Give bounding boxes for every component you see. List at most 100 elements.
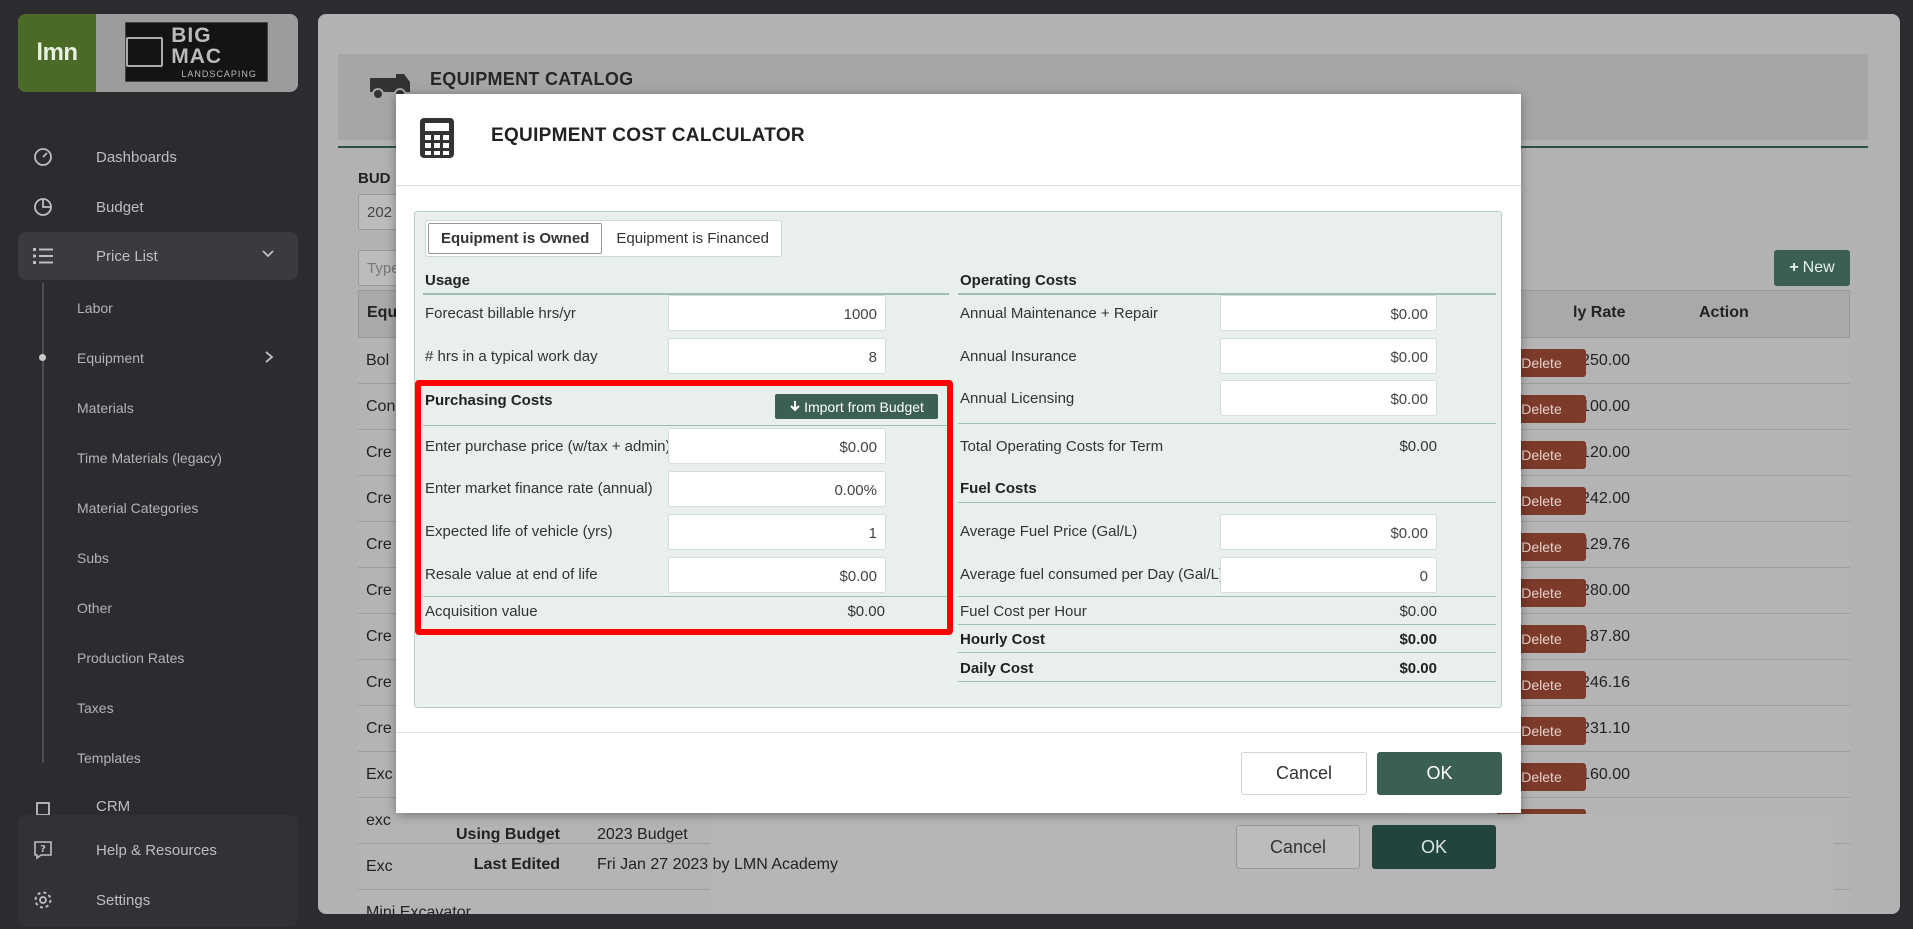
- gear-icon: [32, 889, 54, 911]
- new-button-label: New: [1802, 259, 1835, 276]
- equipment-name: Exc: [366, 766, 393, 783]
- sidebar-subitem-time-materials[interactable]: Time Materials (legacy): [77, 443, 222, 473]
- maintenance-label: Annual Maintenance + Repair: [960, 305, 1159, 322]
- sidebar-subitem-labor[interactable]: Labor: [77, 293, 113, 323]
- total-operating-label: Total Operating Costs for Term: [960, 438, 1164, 455]
- sidebar-subitem-label: Equipment: [77, 350, 144, 366]
- list-icon: [32, 245, 54, 267]
- tab-equipment-owned[interactable]: Equipment is Owned: [428, 223, 603, 254]
- total-operating-value: $0.00: [1399, 438, 1437, 455]
- background-cancel-button[interactable]: Cancel: [1236, 825, 1360, 869]
- column-header-action: Action: [1699, 304, 1749, 321]
- fuel-cost-per-hour-label: Fuel Cost per Hour: [960, 603, 1087, 620]
- fuel-price-label: Average Fuel Price (Gal/L): [960, 523, 1138, 540]
- maintenance-input[interactable]: $0.00: [1220, 295, 1437, 331]
- using-budget-value: 2023 Budget: [597, 826, 688, 843]
- sidebar-item-dashboards[interactable]: Dashboards: [18, 133, 298, 181]
- pie-chart-icon: [32, 196, 54, 218]
- sidebar-subitem-equipment[interactable]: Equipment: [77, 343, 277, 373]
- purchasing-costs-highlight: [415, 380, 953, 635]
- equipment-name: Cre: [366, 490, 392, 507]
- fuel-cost-divider: [958, 596, 1496, 597]
- equipment-name: Con: [366, 398, 396, 415]
- daily-divider: [958, 652, 1496, 653]
- chevron-right-icon: [262, 349, 276, 370]
- new-button[interactable]: + New: [1774, 250, 1850, 286]
- billable-hrs-input[interactable]: 1000: [668, 295, 886, 331]
- svg-text:?: ?: [40, 844, 46, 855]
- fuel-consumed-input[interactable]: 0: [1220, 557, 1437, 593]
- company-logo: BIG MAC LANDSCAPING: [125, 22, 268, 82]
- work-day-hrs-input[interactable]: 8: [668, 338, 886, 374]
- sidebar-item-crm[interactable]: CRM: [18, 789, 298, 815]
- fuel-price-input[interactable]: $0.00: [1220, 514, 1437, 550]
- operating-heading: Operating Costs: [960, 272, 1077, 289]
- sidebar-item-settings[interactable]: Settings: [18, 876, 298, 924]
- sidebar-item-budget[interactable]: Budget: [18, 183, 298, 231]
- company-name: BIG MAC: [171, 24, 223, 68]
- sidebar-subitem-subs[interactable]: Subs: [77, 543, 109, 573]
- sidebar-item-label: CRM: [96, 798, 131, 815]
- insurance-input[interactable]: $0.00: [1220, 338, 1437, 374]
- sidebar-item-label: Help & Resources: [96, 841, 217, 859]
- licensing-input[interactable]: $0.00: [1220, 380, 1437, 416]
- equipment-name: Bol: [366, 352, 390, 369]
- help-icon: ?: [32, 839, 54, 861]
- crm-icon: [32, 798, 54, 815]
- ok-button[interactable]: OK: [1377, 752, 1502, 795]
- equipment-name: Cre: [366, 582, 392, 599]
- lmn-logo[interactable]: lmn: [18, 14, 96, 92]
- sidebar-subitem-production-rates[interactable]: Production Rates: [77, 643, 184, 673]
- equipment-name: Cre: [366, 628, 392, 645]
- sidebar-subitem-materials[interactable]: Materials: [77, 393, 134, 423]
- sidebar-item-help[interactable]: ? Help & Resources: [18, 826, 298, 874]
- fuel-divider: [958, 502, 1496, 503]
- equipment-name: Cre: [366, 674, 392, 691]
- hourly-divider: [958, 624, 1496, 625]
- sidebar-item-label: Budget: [96, 198, 144, 216]
- daily-cost-label: Daily Cost: [960, 660, 1034, 677]
- sidebar-subitem-other[interactable]: Other: [77, 593, 112, 623]
- company-subname: LANDSCAPING: [181, 69, 257, 79]
- sidebar: lmn BIG MAC LANDSCAPING Dashboards Budge…: [0, 0, 315, 929]
- sidebar-item-label: Settings: [96, 891, 151, 909]
- page-title: EQUIPMENT CATALOG: [430, 69, 634, 89]
- dialog-title: EQUIPMENT COST CALCULATOR: [491, 125, 805, 146]
- tab-equipment-financed[interactable]: Equipment is Financed: [604, 221, 781, 256]
- sidebar-subitem-taxes[interactable]: Taxes: [77, 693, 114, 723]
- insurance-label: Annual Insurance: [960, 348, 1077, 365]
- hourly-cost-value: $0.00: [1399, 631, 1437, 648]
- equipment-name: Cre: [366, 720, 392, 737]
- equipment-name: exc: [366, 812, 391, 829]
- column-header-rate[interactable]: ly Rate: [1573, 304, 1625, 322]
- sidebar-item-price-list[interactable]: Price List: [18, 232, 298, 280]
- daily-bottom-divider: [958, 681, 1496, 682]
- column-header-equipment[interactable]: Equ: [367, 304, 397, 322]
- equipment-name: Mini Excavator: [366, 904, 471, 914]
- sidebar-subitem-material-categories[interactable]: Material Categories: [77, 493, 198, 523]
- licensing-label: Annual Licensing: [960, 390, 1075, 407]
- sidebar-item-label: Price List: [96, 247, 158, 265]
- fuel-cost-per-hour-value: $0.00: [1399, 603, 1437, 620]
- sidebar-item-label: Dashboards: [96, 148, 177, 166]
- equipment-name: Cre: [366, 444, 392, 461]
- fuel-heading: Fuel Costs: [960, 480, 1037, 497]
- last-edited-value: Fri Jan 27 2023 by LMN Academy: [597, 856, 839, 873]
- equipment-name: Cre: [366, 536, 392, 553]
- cancel-button[interactable]: Cancel: [1241, 752, 1367, 795]
- fuel-consumed-label: Average fuel consumed per Day (Gal/L): [960, 566, 1225, 583]
- dialog-header: EQUIPMENT COST CALCULATOR: [396, 94, 1521, 186]
- budget-label: BUD: [358, 170, 391, 187]
- usage-heading: Usage: [425, 272, 471, 289]
- usage-label-billable-hrs: Forecast billable hrs/yr: [425, 305, 576, 322]
- plus-icon: +: [1789, 259, 1799, 276]
- brand-bar: lmn BIG MAC LANDSCAPING: [18, 14, 298, 92]
- daily-cost-value: $0.00: [1399, 660, 1437, 677]
- using-budget-label: Using Budget: [456, 826, 560, 843]
- company-logo-mark: [126, 37, 164, 67]
- hourly-cost-label: Hourly Cost: [960, 631, 1046, 648]
- active-dot: [39, 354, 46, 361]
- gauge-icon: [32, 146, 54, 168]
- background-ok-button[interactable]: OK: [1372, 825, 1496, 869]
- sidebar-subitem-templates[interactable]: Templates: [77, 743, 141, 773]
